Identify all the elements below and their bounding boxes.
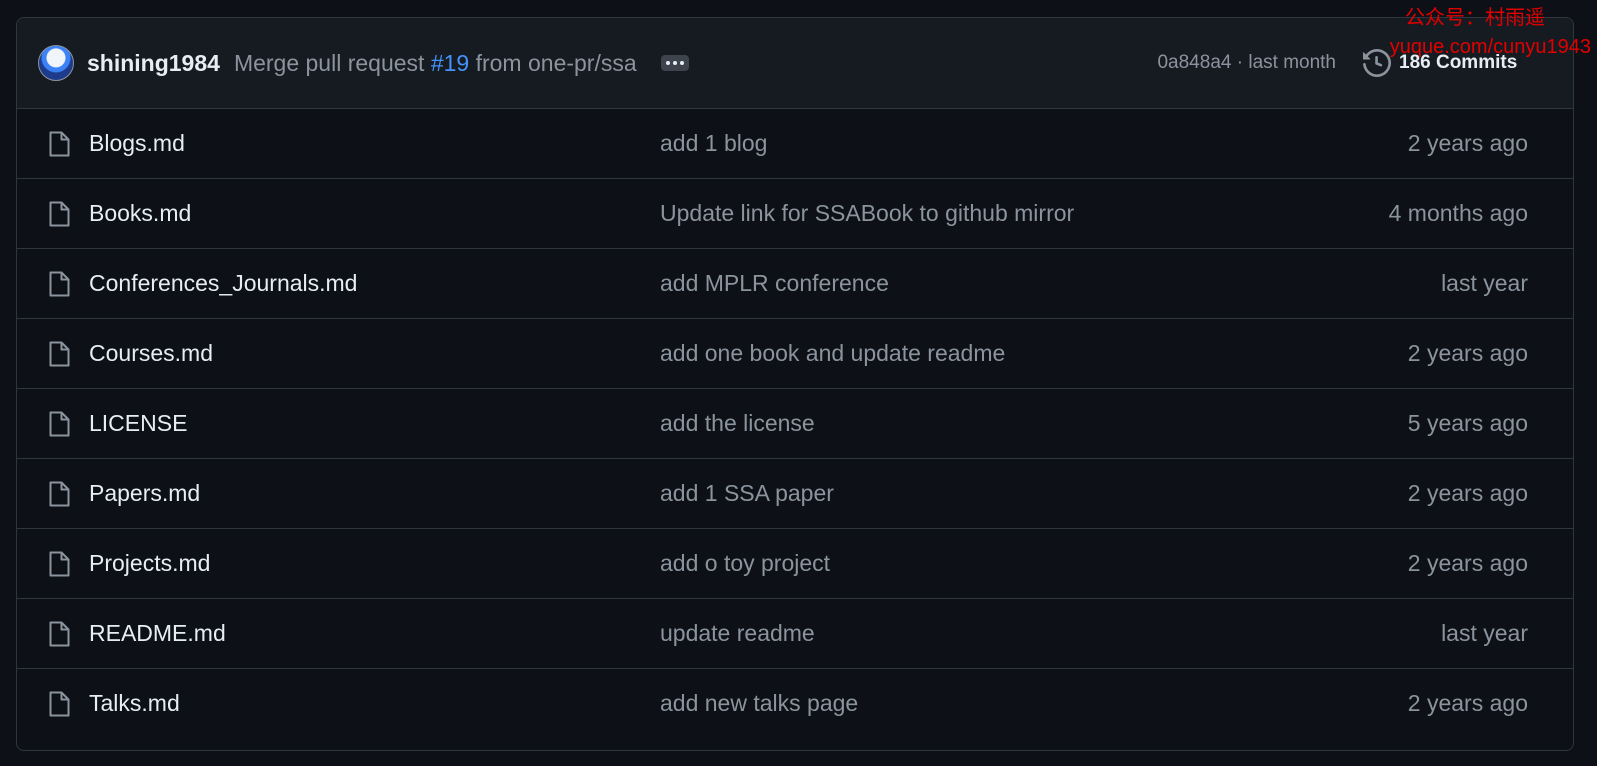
file-name-link[interactable]: Conferences_Journals.md: [89, 270, 357, 297]
commit-message-prefix: Merge pull request: [233, 49, 425, 76]
file-commit-date: last year: [1441, 620, 1528, 646]
file-icon: [49, 341, 70, 367]
file-row[interactable]: Conferences_Journals.md add MPLR confere…: [17, 249, 1573, 319]
file-icon: [49, 691, 70, 717]
file-name-link[interactable]: README.md: [89, 620, 226, 647]
file-icon: [49, 481, 70, 507]
file-row[interactable]: Courses.md add one book and update readm…: [17, 319, 1573, 389]
file-commit-date: last year: [1441, 270, 1528, 296]
commit-time: last month: [1248, 52, 1336, 73]
file-name-link[interactable]: Courses.md: [89, 340, 213, 367]
file-row[interactable]: Talks.md add new talks page 2 years ago: [17, 669, 1573, 738]
file-commit-message-link[interactable]: update readme: [660, 620, 815, 647]
file-row[interactable]: Books.md Update link for SSABook to gith…: [17, 179, 1573, 249]
file-commit-message-link[interactable]: add the license: [660, 410, 815, 437]
author-avatar[interactable]: [38, 45, 74, 81]
commit-meta: 0a848a4 · last month: [1157, 18, 1336, 108]
file-commit-message-link[interactable]: add one book and update readme: [660, 340, 1005, 367]
file-commit-date: 2 years ago: [1407, 690, 1528, 716]
file-commit-message-link[interactable]: add new talks page: [660, 690, 858, 717]
file-name-link[interactable]: Projects.md: [89, 550, 210, 577]
watermark-line1: 公众号：村雨遥: [1405, 7, 1545, 29]
commit-author-link[interactable]: shining1984: [87, 50, 220, 77]
file-list-panel: shining1984 Merge pull request #19 from …: [16, 17, 1574, 751]
file-commit-date: 2 years ago: [1407, 550, 1528, 576]
file-row[interactable]: Papers.md add 1 SSA paper 2 years ago: [17, 459, 1573, 529]
file-commit-message-link[interactable]: add MPLR conference: [660, 270, 889, 297]
file-icon: [49, 271, 70, 297]
file-row[interactable]: Blogs.md add 1 blog 2 years ago: [17, 109, 1573, 179]
file-commit-date: 2 years ago: [1407, 340, 1528, 366]
file-icon: [49, 551, 70, 577]
latest-commit-bar: shining1984 Merge pull request #19 from …: [17, 18, 1573, 109]
file-commit-message-link[interactable]: add o toy project: [660, 550, 830, 577]
ellipsis-icon[interactable]: [660, 55, 689, 71]
file-commit-message-link[interactable]: Update link for SSABook to github mirror: [660, 200, 1074, 227]
file-commit-message-link[interactable]: add 1 SSA paper: [660, 480, 834, 507]
file-row[interactable]: Projects.md add o toy project 2 years ag…: [17, 529, 1573, 599]
file-name-link[interactable]: Blogs.md: [89, 130, 185, 157]
watermark-line2: yuque.com/cunyu1943: [1389, 36, 1591, 58]
history-icon: [1363, 49, 1391, 77]
file-row[interactable]: LICENSE add the license 5 years ago: [17, 389, 1573, 459]
file-name-link[interactable]: Books.md: [89, 200, 191, 227]
pull-request-link[interactable]: #19: [431, 50, 469, 76]
file-icon: [49, 131, 70, 157]
commit-message-suffix: from one-pr/ssa: [475, 49, 637, 76]
file-commit-message-link[interactable]: add 1 blog: [660, 130, 767, 157]
watermark: 公众号：村雨遥 yuque.com/cunyu1943: [1390, 4, 1591, 62]
file-name-link[interactable]: Papers.md: [89, 480, 200, 507]
file-icon: [49, 621, 70, 647]
file-commit-date: 5 years ago: [1407, 410, 1528, 436]
meta-separator: ·: [1231, 52, 1249, 73]
file-commit-date: 4 months ago: [1388, 200, 1528, 226]
commit-message[interactable]: Merge pull request #19 from one-pr/ssa: [234, 50, 637, 77]
file-commit-date: 2 years ago: [1407, 480, 1528, 506]
file-row[interactable]: README.md update readme last year: [17, 599, 1573, 669]
file-icon: [49, 201, 70, 227]
file-rows: Blogs.md add 1 blog 2 years ago Books.md…: [17, 109, 1573, 738]
file-icon: [49, 411, 70, 437]
file-name-link[interactable]: LICENSE: [89, 410, 187, 437]
file-commit-date: 2 years ago: [1407, 130, 1528, 156]
file-name-link[interactable]: Talks.md: [89, 690, 180, 717]
commit-sha-link[interactable]: 0a848a4: [1157, 52, 1231, 74]
